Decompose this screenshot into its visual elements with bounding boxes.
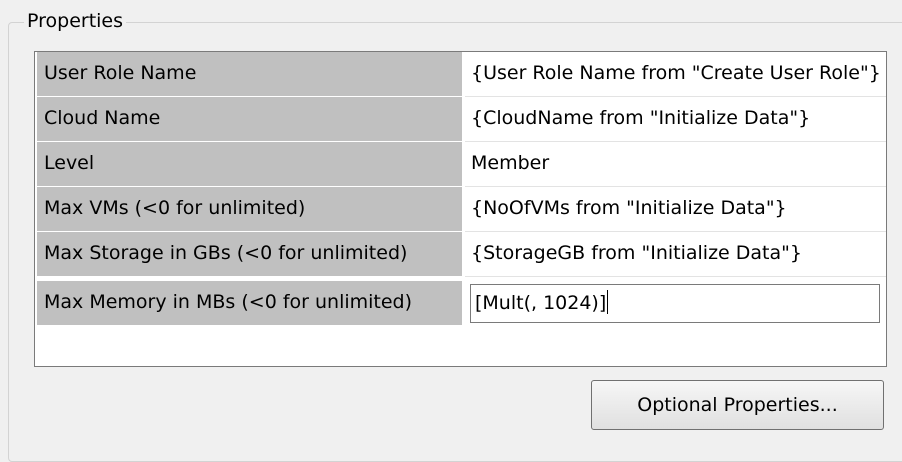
property-name: Max Storage in GBs (<0 for unlimited): [37, 232, 464, 277]
property-name: User Role Name: [37, 52, 464, 97]
property-row-max-memory[interactable]: Max Memory in MBs (<0 for unlimited) [Mu…: [35, 281, 886, 326]
property-name: Level: [37, 142, 464, 187]
max-memory-input-text: [Mult(, 1024)]: [475, 292, 607, 314]
property-value[interactable]: {CloudName from "Initialize Data"}: [465, 97, 886, 142]
property-value[interactable]: {StorageGB from "Initialize Data"}: [465, 232, 886, 277]
property-value[interactable]: {User Role Name from "Create User Role"}: [465, 52, 886, 97]
text-caret: [607, 290, 609, 314]
property-row-cloud-name[interactable]: Cloud Name {CloudName from "Initialize D…: [35, 97, 886, 142]
property-row-max-vms[interactable]: Max VMs (<0 for unlimited) {NoOfVMs from…: [35, 187, 886, 232]
property-row-max-storage[interactable]: Max Storage in GBs (<0 for unlimited) {S…: [35, 232, 886, 277]
property-row-user-role-name[interactable]: User Role Name {User Role Name from "Cre…: [35, 52, 886, 97]
properties-group-title: Properties: [24, 9, 127, 33]
property-grid: User Role Name {User Role Name from "Cre…: [34, 51, 887, 367]
property-value[interactable]: {NoOfVMs from "Initialize Data"}: [465, 187, 886, 232]
property-row-level[interactable]: Level Member: [35, 142, 886, 187]
optional-properties-button[interactable]: Optional Properties...: [591, 380, 884, 430]
property-name: Max Memory in MBs (<0 for unlimited): [37, 281, 464, 326]
property-value[interactable]: Member: [465, 142, 886, 187]
property-name: Max VMs (<0 for unlimited): [37, 187, 464, 232]
property-name: Cloud Name: [37, 97, 464, 142]
max-memory-input[interactable]: [Mult(, 1024)]: [470, 284, 880, 323]
